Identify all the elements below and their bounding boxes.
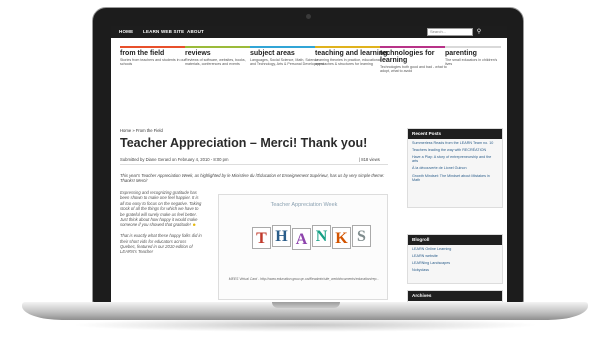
recent-post-link[interactable]: Summerless Reads from the LEARN Team no.… [408, 139, 502, 146]
category-title: parenting [445, 50, 477, 57]
category-color-bar [250, 46, 320, 48]
letter-tile: T [252, 227, 271, 249]
letter-tile: N [312, 225, 331, 247]
laptop-shadow [70, 318, 540, 332]
blogroll-link[interactable]: LEARN Online Learning [408, 245, 502, 252]
breadcrumb[interactable]: Home » From the Field [120, 128, 163, 133]
box-heading[interactable]: Archives [408, 291, 502, 301]
letter-tile: A [292, 228, 311, 250]
category-color-bar [315, 46, 385, 48]
card-caption: MEES Virtual Card - http://www.education… [228, 277, 380, 281]
category-title: subject areas [250, 50, 295, 57]
nav-home[interactable]: HOME [119, 29, 133, 34]
laptop-notch [272, 302, 340, 308]
category-reviews[interactable]: reviews Reviews of software, websites, b… [185, 46, 259, 67]
category-desc: Reviews of software, websites, books, ma… [185, 58, 246, 67]
archives-box: Archives [407, 290, 503, 302]
category-color-bar [185, 46, 255, 48]
category-color-bar [380, 46, 450, 48]
browser-screen: HOME LEARN WEB SITE ABOUT Search... ⚲ fr… [111, 26, 507, 302]
article-body-text-2: That is exactly what these happy folks d… [120, 233, 202, 255]
view-count: | 818 views [359, 157, 380, 162]
category-desc: Learning theories in practice, education… [315, 58, 381, 67]
box-heading: Blogroll [408, 235, 502, 245]
letter-tile: H [272, 225, 291, 247]
category-color-bar [120, 46, 190, 48]
recent-post-link[interactable]: Growth Mindset: The Mindset about Mistak… [408, 172, 502, 183]
nav-learn-web-site[interactable]: LEARN WEB SITE [143, 29, 184, 34]
article-body-text: Expressing and recognizing gratitude has… [120, 190, 202, 228]
blogroll-link[interactable]: LEARNing Landscapes [408, 259, 502, 266]
search-input[interactable]: Search... [427, 28, 473, 36]
recent-post-link[interactable]: Teachers leading the way with RECRÉATION [408, 146, 502, 153]
laptop-base [22, 302, 588, 320]
category-color-bar [445, 46, 501, 48]
divider [120, 164, 388, 165]
category-from-the-field[interactable]: from the field Stories from teachers and… [120, 46, 194, 67]
top-navbar: HOME LEARN WEB SITE ABOUT Search... ⚲ [111, 26, 507, 38]
recent-post-link[interactable]: Have a Play: A story of entrepreneurship… [408, 153, 502, 164]
category-desc: The small educators in children's lives [445, 58, 498, 67]
category-title: reviews [185, 50, 211, 57]
card-title: Teacher Appreciation Week [270, 202, 338, 208]
recent-posts-box: Recent Posts Summerless Reads from the L… [407, 128, 503, 208]
article-body: Expressing and recognizing gratitude has… [120, 190, 202, 255]
nav-about[interactable]: ABOUT [187, 29, 204, 34]
recent-post-link[interactable]: À la découverte de Lionel Guinon [408, 165, 502, 172]
submitted-by: Submitted by Diane Gerard on February 4,… [120, 157, 229, 162]
page-title: Teacher Appreciation – Merci! Thank you! [120, 136, 368, 150]
category-parenting[interactable]: parenting The small educators in childre… [445, 46, 503, 67]
blogroll-link[interactable]: LEARN website [408, 252, 502, 259]
category-title: from the field [120, 50, 165, 57]
box-heading: Recent Posts [408, 129, 502, 139]
category-subject-areas[interactable]: subject areas Languages, Social Science,… [250, 46, 324, 67]
letter-tile: S [352, 225, 371, 247]
thanks-card-image[interactable]: Teacher Appreciation Week T H A N K S ME… [218, 194, 388, 300]
category-teaching-and-learning[interactable]: teaching and learning Learning theories … [315, 46, 389, 67]
smiley-icon: ☻ [191, 222, 197, 228]
search-icon[interactable]: ⚲ [475, 28, 483, 36]
letter-tile: K [332, 227, 351, 249]
category-desc: Technologies both good and bad - what to… [380, 65, 447, 74]
category-title: teaching and learning [315, 50, 388, 57]
article-intro: This year's Teacher Appreciation Week, a… [120, 173, 385, 184]
blogroll-link[interactable]: Nobyclass [408, 267, 502, 274]
category-technologies-for-learning[interactable]: technologies for learning Technologies b… [380, 46, 454, 74]
category-desc: Stories from teachers and students in ou… [120, 58, 186, 67]
camera-icon [306, 14, 311, 19]
category-title: technologies for learning [380, 50, 435, 64]
category-desc: Languages, Social Science, Math, Science… [250, 58, 324, 67]
blogroll-box: Blogroll LEARN Online Learning LEARN web… [407, 234, 503, 284]
